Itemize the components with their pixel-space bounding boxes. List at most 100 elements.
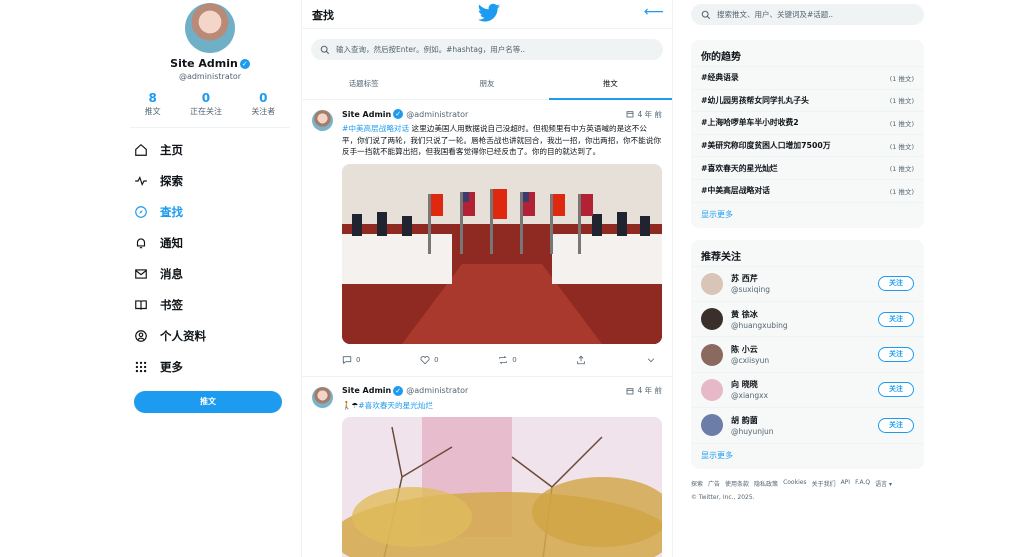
global-search-input[interactable]: 搜索推文、用户、关键词及#话题.. — [691, 4, 924, 25]
follow-button[interactable]: 关注 — [878, 347, 914, 363]
tweet[interactable]: Site Admin ✓ @administrator 4 年 前 🚶☂#喜欢春… — [302, 377, 672, 557]
stat-following[interactable]: 0 正在关注 — [190, 91, 222, 117]
follow-suggestion[interactable]: 黄 徐冰 @huangxubing 关注 — [691, 302, 924, 338]
repost-button[interactable]: 0 — [498, 355, 517, 365]
nav-item-explore[interactable]: 探索 — [130, 165, 290, 196]
share-icon — [577, 355, 586, 364]
trend-item[interactable]: #上海哈啰单车半小时收费2 (1 推文) — [691, 112, 924, 135]
stat-value: 8 — [148, 91, 157, 105]
follow-name[interactable]: 陈 小云 — [731, 344, 878, 355]
follow-button[interactable]: 关注 — [878, 311, 914, 327]
heart-icon — [420, 355, 430, 365]
footer-link[interactable]: F.A.Q — [855, 479, 870, 488]
home-icon — [134, 143, 148, 157]
avatar[interactable] — [701, 343, 723, 366]
follow-suggestion[interactable]: 陈 小云 @cxiisyun 关注 — [691, 337, 924, 373]
footer-link[interactable]: 探索 — [691, 479, 703, 488]
tweet-author-handle[interactable]: @administrator — [406, 386, 468, 395]
footer-link[interactable]: Cookies — [783, 479, 807, 488]
show-more-trends-link[interactable]: 显示更多 — [691, 203, 924, 228]
show-more-follows-link[interactable]: 显示更多 — [691, 444, 924, 469]
follow-button[interactable]: 关注 — [878, 417, 914, 433]
meeting-photo — [342, 163, 662, 344]
avatar[interactable] — [312, 386, 333, 408]
trend-item[interactable]: #喜欢春天的星光灿烂 (1 推文) — [691, 157, 924, 180]
tweet-time-text: 4 年 前 — [637, 386, 662, 396]
profile-avatar[interactable] — [185, 3, 235, 53]
avatar[interactable] — [701, 378, 723, 401]
search-placeholder: 搜索推文、用户、关键词及#话题.. — [717, 10, 834, 19]
footer-link[interactable]: API — [841, 479, 851, 488]
avatar[interactable] — [701, 308, 723, 331]
footer-links: 探索 广告 使用条款 隐私政策 Cookies 关于我们 API F.A.Q 语… — [691, 479, 924, 488]
tab-friends[interactable]: 朋友 — [425, 71, 548, 99]
trend-item[interactable]: #美研究称印度贫困人口增加7500万 (1 推文) — [691, 135, 924, 158]
trend-tag: #经典语录 — [701, 73, 739, 83]
trend-tag: #中美高层战略对话 — [701, 186, 770, 196]
footer-link[interactable]: 广告 — [708, 479, 720, 488]
trend-item[interactable]: #经典语录 (1 推文) — [691, 67, 924, 90]
mail-icon — [134, 267, 148, 281]
nav-item-home[interactable]: 主页 — [130, 134, 290, 165]
footer-link[interactable]: 使用条款 — [725, 479, 749, 488]
reply-button[interactable]: 0 — [342, 355, 360, 365]
tweet-author-name[interactable]: Site Admin — [342, 110, 391, 119]
tweet-image[interactable] — [342, 417, 662, 557]
tweet-author-name[interactable]: Site Admin — [342, 386, 391, 395]
profile-name[interactable]: Site Admin — [170, 57, 238, 70]
avatar[interactable] — [312, 110, 333, 131]
avatar[interactable] — [701, 414, 723, 437]
footer-link[interactable]: 隐私政策 — [754, 479, 778, 488]
nav-item-more[interactable]: 更多 — [130, 351, 290, 382]
bell-icon — [134, 236, 148, 250]
follow-handle: @cxiisyun — [731, 356, 770, 366]
trend-count: (1 推文) — [889, 187, 914, 196]
follow-button[interactable]: 关注 — [878, 276, 914, 292]
main-search-input[interactable]: 输入查询，然后按Enter。例如。#hashtag，用户名等.. — [311, 39, 663, 60]
hashtag-link[interactable]: #中美高层战略对话 — [342, 124, 409, 133]
nav-item-messages[interactable]: 消息 — [130, 258, 290, 289]
tab-hashtags[interactable]: 话题标签 — [302, 71, 425, 99]
follow-suggestion[interactable]: 苏 西芹 @suxiqing 关注 — [691, 267, 924, 302]
follow-button[interactable]: 关注 — [878, 382, 914, 398]
compose-tweet-button[interactable]: 推文 — [134, 391, 282, 413]
follow-name[interactable]: 黄 徐冰 — [731, 309, 878, 320]
share-button[interactable] — [576, 355, 586, 365]
more-options-button[interactable] — [646, 355, 656, 365]
follow-suggestion[interactable]: 胡 韵菌 @huyunjun 关注 — [691, 408, 924, 444]
tweet-author-handle[interactable]: @administrator — [406, 110, 468, 119]
user-icon — [134, 329, 148, 343]
follow-name[interactable]: 胡 韵菌 — [731, 415, 878, 426]
language-selector[interactable]: 语言 ▾ — [875, 479, 892, 488]
stat-followers[interactable]: 0 关注者 — [251, 91, 275, 117]
like-button[interactable]: 0 — [420, 355, 439, 365]
tweet-text: 🚶☂#喜欢春天的星光灿烂 — [342, 400, 662, 412]
tweet[interactable]: Site Admin ✓ @administrator 4 年 前 #中美高层战… — [302, 100, 672, 377]
nav-item-profile[interactable]: 个人资料 — [130, 320, 290, 351]
trend-item[interactable]: #幼儿园男孩帮女同学扎丸子头 (1 推文) — [691, 90, 924, 113]
follow-suggestion[interactable]: 向 晓晓 @xiangxx 关注 — [691, 373, 924, 409]
nav-label: 消息 — [160, 266, 183, 281]
tab-tweets[interactable]: 推文 — [548, 71, 673, 100]
follow-name[interactable]: 苏 西芹 — [731, 273, 878, 284]
nav-item-find[interactable]: 查找 — [130, 196, 290, 227]
back-arrow-icon[interactable]: ⟵ — [644, 4, 664, 20]
tweet-image[interactable] — [342, 163, 662, 344]
tweet-text: #中美高层战略对话 这里边美国人用数据说自己没超时。但视频里有中方英语喊的是这不… — [342, 123, 662, 158]
emoji-prefix: 🚶☂ — [342, 400, 359, 410]
tweet-header: Site Admin ✓ @administrator 4 年 前 — [342, 108, 662, 120]
trend-tag: #上海哈啰单车半小时收费2 — [701, 118, 799, 128]
nav-item-notifications[interactable]: 通知 — [130, 227, 290, 258]
hashtag-link[interactable]: #喜欢春天的星光灿烂 — [358, 401, 433, 410]
avatar[interactable] — [701, 272, 723, 295]
stat-tweets[interactable]: 8 推文 — [145, 91, 161, 117]
tweet-actions: 0 0 0 — [342, 344, 662, 376]
trends-title: 你的趋势 — [691, 40, 924, 67]
footer-link[interactable]: 关于我们 — [812, 479, 836, 488]
stat-value: 0 — [201, 91, 211, 105]
nav-item-bookmarks[interactable]: 书签 — [130, 289, 290, 320]
trend-item[interactable]: #中美高层战略对话 (1 推文) — [691, 180, 924, 203]
follow-title: 推荐关注 — [691, 240, 924, 267]
nav-label: 通知 — [160, 235, 183, 250]
follow-name[interactable]: 向 晓晓 — [731, 379, 878, 390]
